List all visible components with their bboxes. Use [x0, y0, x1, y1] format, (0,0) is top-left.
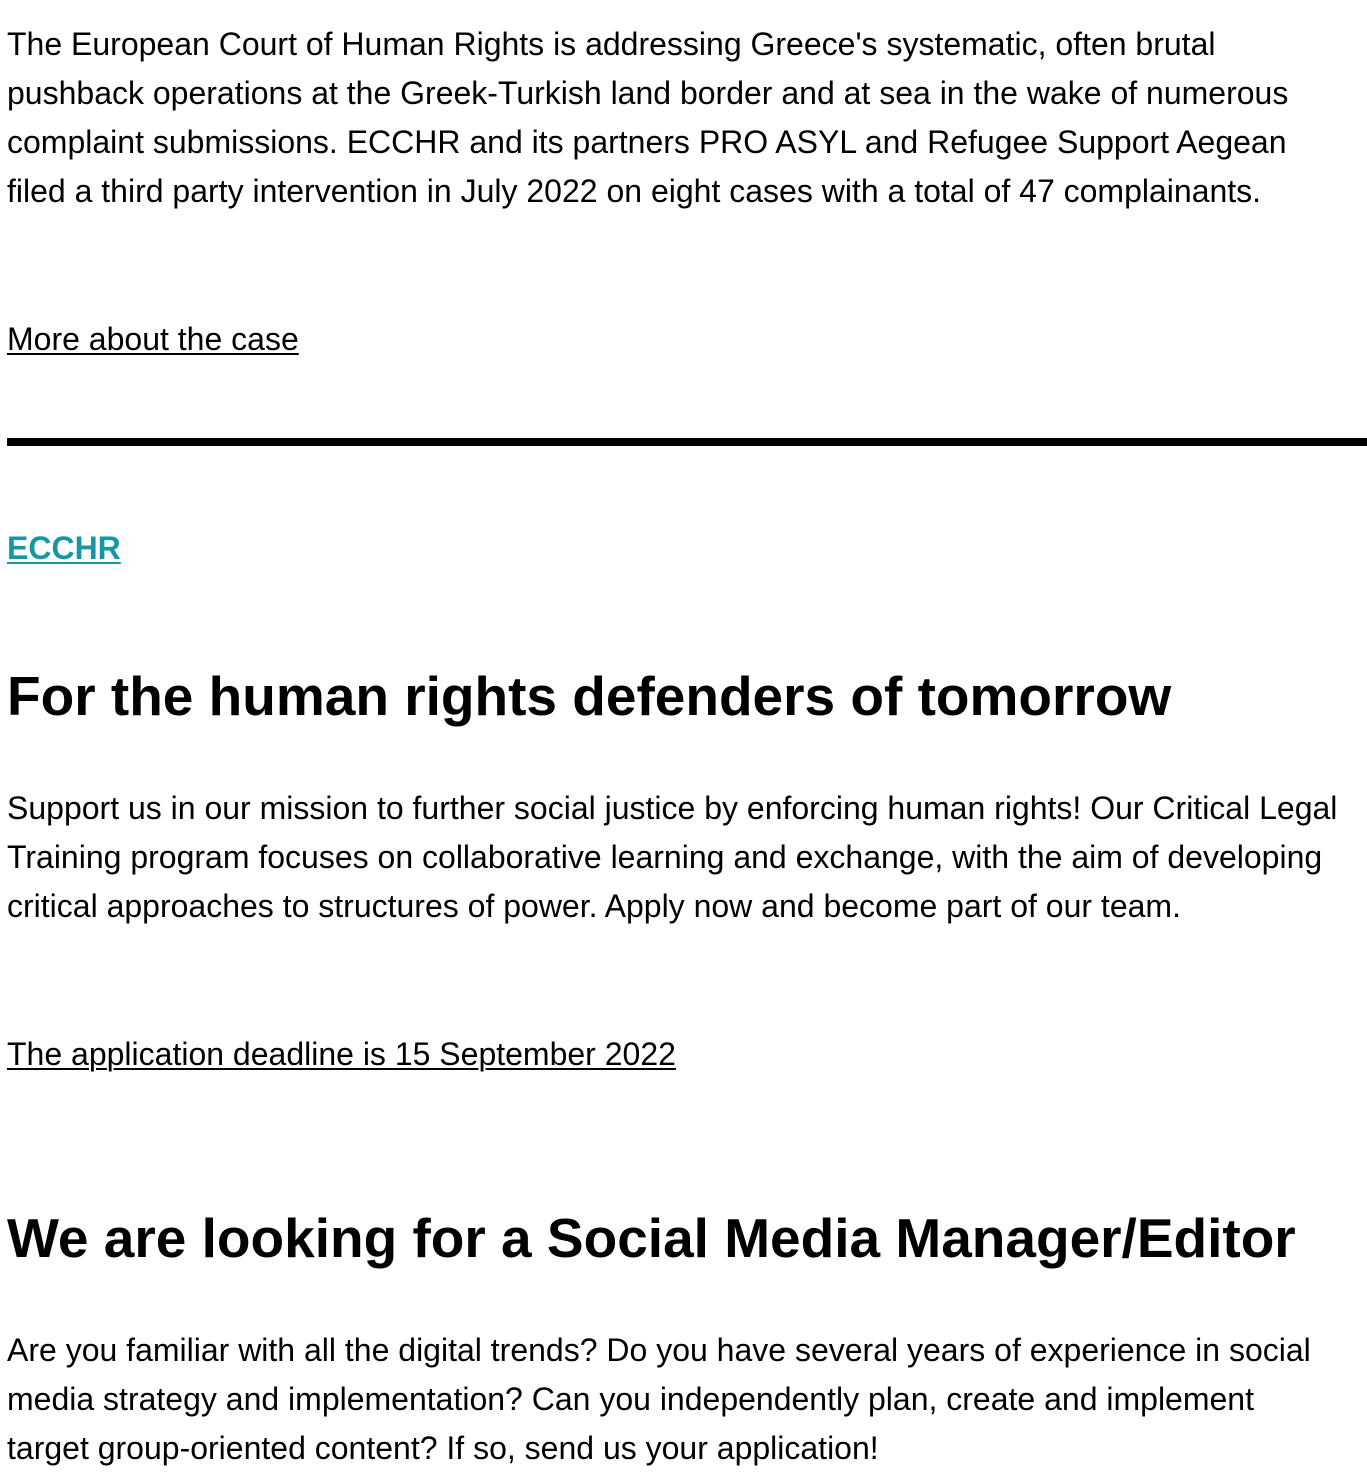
case-paragraph: The European Court of Human Rights is ad…	[7, 26, 1289, 209]
training-heading: For the human rights defenders of tomorr…	[7, 665, 1172, 727]
training-paragraph: Support us in our mission to further soc…	[7, 790, 1338, 924]
ecchr-logo-link[interactable]: ECCHR	[7, 524, 121, 573]
job-paragraph: Are you familiar with all the digital tr…	[7, 1332, 1311, 1466]
application-deadline-link[interactable]: The application deadline is 15 September…	[7, 1030, 676, 1079]
section-divider	[7, 438, 1367, 446]
job-heading: We are looking for a Social Media Manage…	[7, 1207, 1296, 1269]
more-about-case-link[interactable]: More about the case	[7, 315, 299, 364]
